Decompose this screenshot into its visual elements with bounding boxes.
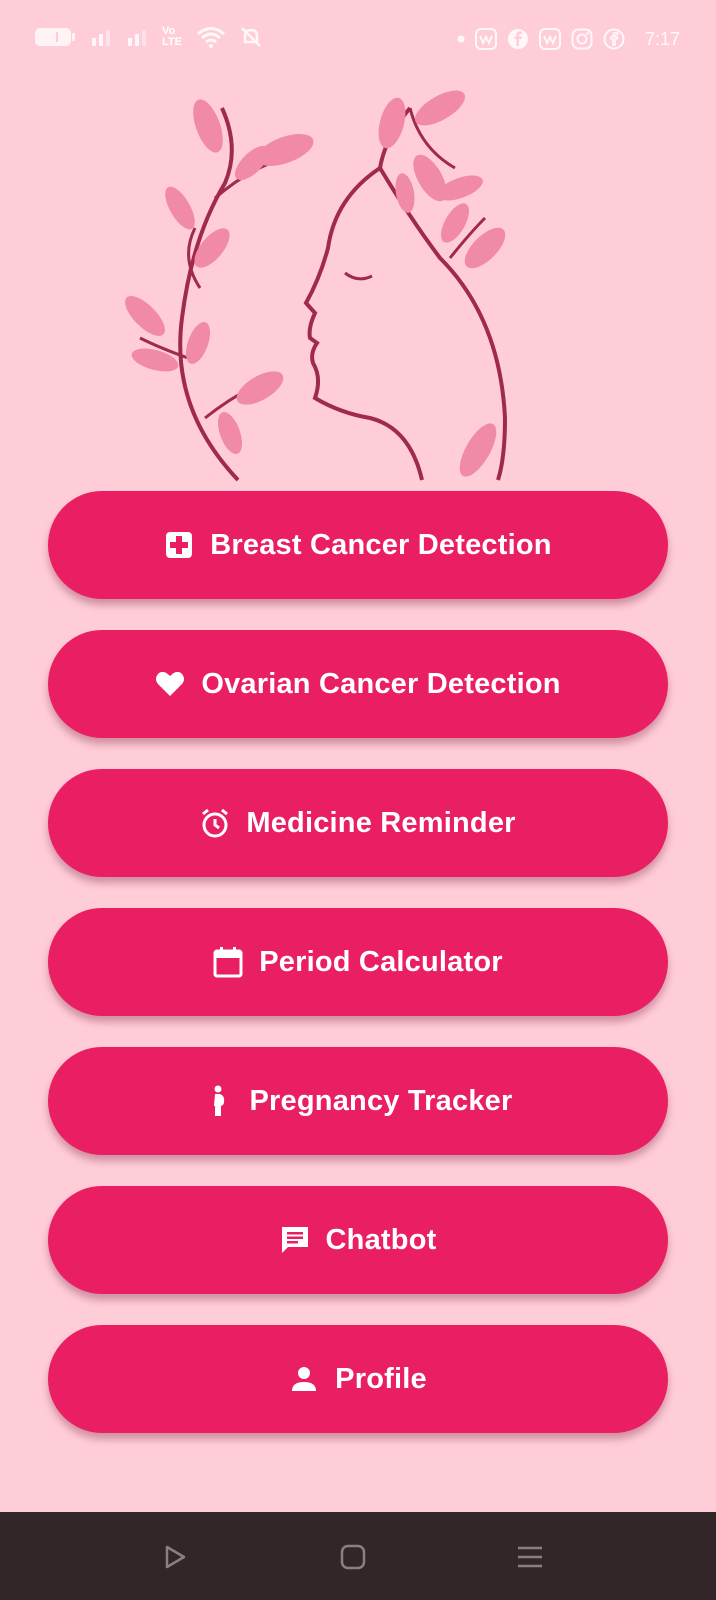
instagram-icon (571, 28, 593, 50)
status-left: Vo LTE (34, 26, 262, 48)
ovarian-cancer-detection-button[interactable]: Ovarian Cancer Detection (48, 630, 668, 738)
profile-button[interactable]: Profile (48, 1325, 668, 1433)
app-icon (474, 28, 497, 50)
medical-cross-icon (164, 530, 194, 560)
chatbot-button[interactable]: Chatbot (48, 1186, 668, 1294)
recents-icon[interactable] (513, 1540, 547, 1574)
facebook-icon (507, 28, 529, 50)
pregnancy-tracker-button[interactable]: Pregnancy Tracker (48, 1047, 668, 1155)
heart-icon (155, 669, 185, 699)
signal-icon (90, 28, 112, 46)
clock: 7:17 (644, 28, 680, 49)
signal-icon (126, 28, 148, 46)
chat-icon (280, 1225, 310, 1255)
alarm-clock-icon (200, 808, 230, 838)
app-icon (538, 28, 561, 50)
home-icon[interactable] (336, 1540, 370, 1574)
button-label: Chatbot (325, 1223, 437, 1256)
system-nav-bar (0, 1512, 716, 1600)
volte-icon: Vo LTE (162, 25, 182, 48)
button-label: Pregnancy Tracker (249, 1084, 513, 1117)
button-label: Profile (335, 1362, 427, 1395)
hero-illustration (110, 88, 540, 493)
button-label: Period Calculator (259, 945, 503, 978)
button-label: Breast Cancer Detection (210, 528, 552, 561)
button-label: Medicine Reminder (246, 806, 516, 839)
status-right: 7:17 (457, 28, 680, 50)
button-label: Ovarian Cancer Detection (201, 667, 561, 700)
person-icon (289, 1364, 319, 1394)
dot-icon (457, 35, 465, 43)
pregnant-woman-icon (204, 1085, 234, 1116)
calendar-icon (213, 947, 243, 978)
medicine-reminder-button[interactable]: Medicine Reminder (48, 769, 668, 877)
battery-icon (34, 26, 76, 48)
breast-cancer-detection-button[interactable]: Breast Cancer Detection (48, 491, 668, 599)
mute-icon (240, 26, 262, 48)
facebook-icon (603, 28, 625, 50)
wifi-icon (196, 26, 226, 48)
back-icon[interactable] (158, 1540, 192, 1574)
status-bar: Vo LTE 7:17 (0, 0, 716, 84)
woman-profile-leaves-illustration (125, 90, 508, 482)
period-calculator-button[interactable]: Period Calculator (48, 908, 668, 1016)
